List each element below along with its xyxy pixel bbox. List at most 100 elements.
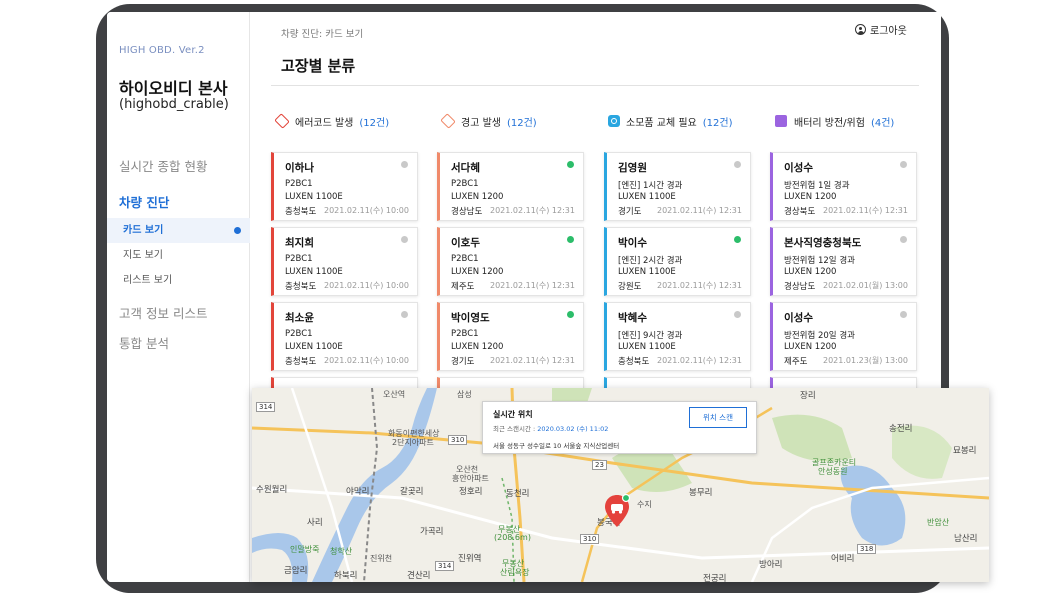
- vehicle-card[interactable]: 박이영도 P2BC1 LUXEN 1200 경기도 2021.02.11(수) 12:3…: [437, 302, 584, 371]
- diagnosis-detail: [엔진] 1시간 경과: [618, 181, 683, 191]
- connection-status-dot: [734, 161, 741, 168]
- diagnosis-detail: 방전위험 12일 경과: [784, 256, 855, 266]
- nav-card-view[interactable]: 카드 보기: [107, 218, 250, 243]
- road-number: 314: [256, 402, 276, 412]
- timestamp: 2021.02.01(월) 13:00: [822, 281, 908, 290]
- column-label: 에러코드 발생: [295, 117, 354, 129]
- region: 경기도: [618, 207, 642, 217]
- vehicle-card[interactable]: 박혜수 [엔진] 9시간 경과 LUXEN 1100E 충청북도 2021.02.11(…: [604, 302, 751, 371]
- diagnosis-detail: P2BC1: [285, 254, 313, 264]
- column-label: 배터리 방전/위험: [794, 117, 865, 129]
- timestamp: 2021.02.11(수) 10:00: [323, 356, 409, 365]
- sidebar: HIGH OBD. Ver.2 하이오비디 본사 (highobd_crable…: [107, 12, 250, 582]
- logout-label: 로그아웃: [870, 26, 907, 37]
- device-model: LUXEN 1200: [451, 267, 504, 277]
- user-icon: [855, 24, 866, 35]
- map-label: 반암산: [927, 518, 950, 527]
- column-error-code: 에러코드 발생 (12건): [271, 112, 418, 130]
- customer-name: 이하나: [285, 162, 314, 174]
- region: 경상남도: [784, 282, 816, 292]
- column-header: 배터리 방전/위험 (4건): [774, 112, 917, 130]
- road-number: 310: [580, 534, 600, 544]
- timestamp: 2021.02.11(수) 12:31: [489, 356, 575, 365]
- map-label: 삼성: [457, 390, 472, 399]
- connection-status-dot: [567, 236, 574, 243]
- nav-vehicle-diagnosis[interactable]: 차량 진단: [107, 188, 250, 218]
- customer-name: 최소윤: [285, 312, 314, 324]
- nav-map-view[interactable]: 지도 보기: [107, 243, 250, 268]
- vehicle-card[interactable]: 서다혜 P2BC1 LUXEN 1200 경상남도 2021.02.11(수) 12:3…: [437, 152, 584, 221]
- nav-card-view-label: 카드 보기: [123, 225, 164, 236]
- map-label: 동천리: [506, 489, 530, 499]
- map-label: (208.6m): [494, 533, 531, 542]
- map-label: 진위천: [370, 554, 393, 563]
- road-number: 314: [435, 561, 455, 571]
- customer-name: 이성수: [784, 162, 813, 174]
- map-label: 수지: [637, 500, 652, 509]
- map-label: 남산리: [954, 534, 978, 544]
- page-title: 고장별 분류: [281, 57, 356, 75]
- connection-status-dot: [734, 311, 741, 318]
- vehicle-card[interactable]: 이호두 P2BC1 LUXEN 1200 제주도 2021.02.11(수) 12:31: [437, 227, 584, 296]
- connection-status-dot: [900, 311, 907, 318]
- vehicle-card[interactable]: 본사직영충청북도방전위험 12일 경과 LUXEN 1200 경상남도 2021.02…: [770, 227, 917, 296]
- column-count: (4건): [870, 117, 895, 129]
- timestamp: 2021.02.11(수) 12:31: [656, 206, 742, 215]
- region: 제주도: [451, 282, 475, 292]
- vehicle-card[interactable]: 이성수 방전위험 20일 경과 LUXEN 1200 제주도 2021.01.23(월)…: [770, 302, 917, 371]
- last-scan-time: 최근 스캔시간 : 2020.03.02 (수) 11:02: [493, 423, 608, 433]
- vehicle-card[interactable]: 김영원 [엔진] 1시간 경과 LUXEN 1100E 경기도 2021.02.11(수…: [604, 152, 751, 221]
- battery-icon: [775, 115, 787, 127]
- map-label: 견산리: [407, 571, 431, 581]
- column-label: 경고 발생: [461, 117, 501, 129]
- nav-realtime[interactable]: 실시간 종합 현황: [107, 152, 250, 182]
- vehicle-card[interactable]: 이하나 P2BC1 LUXEN 1100E 충청북도 2021.02.11(수) 10:…: [271, 152, 418, 221]
- vehicle-card[interactable]: 박이수 [엔진] 2시간 경과 LUXEN 1100E 강원도 2021.02.11(수…: [604, 227, 751, 296]
- vehicle-card[interactable]: 최소윤 P2BC1 LUXEN 1100E 충청북도 2021.02.11(수) 10:…: [271, 302, 418, 371]
- map-label: 금암리: [284, 566, 308, 576]
- region: 충청북도: [285, 282, 317, 292]
- road-number: 318: [857, 544, 877, 554]
- app-version: HIGH OBD. Ver.2: [119, 45, 205, 56]
- header-divider: [271, 85, 919, 86]
- device-model: LUXEN 1100E: [285, 267, 343, 277]
- org-id: (highobd_crable): [119, 97, 229, 112]
- map-label: 하북리: [334, 571, 358, 581]
- vehicle-address: 서울 성동구 성수일로 10 서울숲 지식산업센터: [493, 442, 620, 450]
- device-model: LUXEN 1200: [784, 267, 837, 277]
- map-label: 가곡리: [420, 527, 444, 537]
- region: 경상북도: [784, 207, 816, 217]
- column-count: (12건): [506, 117, 537, 129]
- nav-customer-list[interactable]: 고객 정보 리스트: [107, 299, 250, 329]
- map-label: 방아리: [759, 560, 783, 570]
- scan-time-value: 2020.03.02 (수) 11:02: [537, 425, 609, 433]
- nav-integrated-analysis[interactable]: 통합 분석: [107, 329, 250, 359]
- timestamp: 2021.02.11(수) 12:31: [656, 356, 742, 365]
- diagnosis-detail: 방전위험 1일 경과: [784, 181, 850, 191]
- nav-list-view[interactable]: 리스트 보기: [107, 268, 250, 293]
- vehicle-card[interactable]: 최지희 P2BC1 LUXEN 1100E 충청북도 2021.02.11(수) 10:…: [271, 227, 418, 296]
- road-number: 23: [592, 460, 607, 470]
- diagnosis-detail: P2BC1: [285, 329, 313, 339]
- diagnosis-detail: P2BC1: [451, 329, 479, 339]
- location-scan-button[interactable]: 위치 스캔: [689, 407, 747, 428]
- map-label: 사리: [307, 518, 323, 528]
- diagnosis-detail: P2BC1: [451, 179, 479, 189]
- device-model: LUXEN 1200: [451, 342, 504, 352]
- timestamp: 2021.02.11(수) 12:31: [656, 281, 742, 290]
- customer-name: 본사직영충청북도: [784, 237, 862, 249]
- map-label: 장리: [800, 391, 816, 401]
- location-info-popup: 실시간 위치 최근 스캔시간 : 2020.03.02 (수) 11:02 서울…: [482, 401, 757, 454]
- region: 경상남도: [451, 207, 483, 217]
- vehicle-location-pin-icon[interactable]: [604, 494, 630, 528]
- column-header: 소모품 교체 필요 (12건): [608, 112, 751, 130]
- error-diamond-icon: [274, 113, 290, 129]
- column-header: 에러코드 발생 (12건): [274, 112, 418, 130]
- column-battery: 배터리 방전/위험 (4건): [770, 112, 917, 130]
- vehicle-card[interactable]: 이성수 방전위험 1일 경과 LUXEN 1200 경상북도 2021.02.11(수)…: [770, 152, 917, 221]
- device-model: LUXEN 1200: [784, 342, 837, 352]
- connection-status-dot: [567, 311, 574, 318]
- column-warning: 경고 발생 (12건): [437, 112, 584, 130]
- logout-button[interactable]: 로그아웃: [855, 22, 907, 37]
- map-label: 흥안아파트: [452, 474, 489, 483]
